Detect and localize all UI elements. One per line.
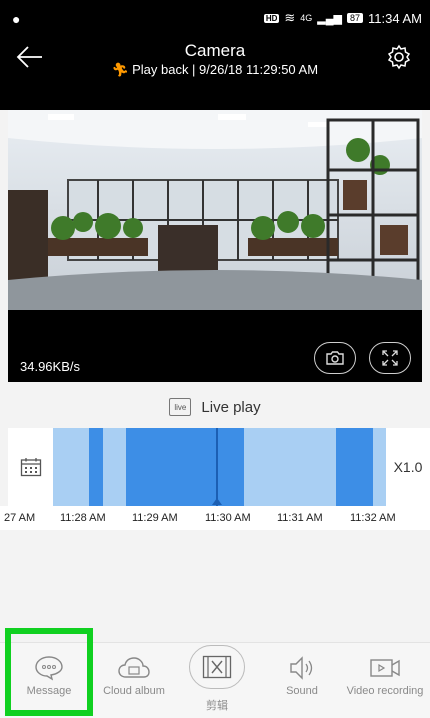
edit-tab[interactable]: 剪辑 bbox=[185, 645, 249, 718]
status-bar: ● HD ≋ 4G ▂▄▆ 87 11:34 AM bbox=[0, 0, 430, 36]
tick-label: 11:30 AM bbox=[205, 512, 251, 524]
tab-label: Sound bbox=[286, 685, 318, 697]
recorded-segment bbox=[126, 428, 244, 506]
tv-icon-label: live bbox=[174, 402, 187, 412]
settings-button[interactable] bbox=[386, 44, 412, 70]
video-recording-tab[interactable]: Video recording bbox=[342, 655, 428, 715]
film-edit-icon bbox=[202, 655, 232, 679]
timeline-track[interactable] bbox=[53, 428, 386, 506]
live-play-label: Live play bbox=[201, 398, 261, 416]
video-controls: 34.96KB/s bbox=[8, 310, 422, 382]
fullscreen-button[interactable] bbox=[369, 342, 411, 374]
status-time: 11:34 AM bbox=[368, 10, 422, 26]
tick-label: 27 AM bbox=[4, 512, 36, 524]
signal-icon: ▂▄▆ bbox=[317, 12, 343, 25]
timeline[interactable]: X1.0 bbox=[8, 428, 430, 506]
video-record-icon bbox=[370, 659, 400, 677]
running-person-icon: 🏃︎ bbox=[111, 62, 129, 77]
tab-label: Video recording bbox=[346, 685, 424, 697]
speaker-icon bbox=[290, 656, 313, 680]
tv-icon: live bbox=[169, 398, 192, 416]
cloud-icon bbox=[118, 657, 150, 678]
playback-speed-button[interactable]: X1.0 bbox=[386, 428, 430, 506]
tick-label: 11:31 AM bbox=[277, 512, 323, 524]
tick-label: 11:28 AM bbox=[60, 512, 106, 524]
notification-icon: ● bbox=[12, 11, 21, 27]
timeline-ticks: 27 AM 11:28 AM 11:29 AM 11:30 AM 11:31 A… bbox=[0, 506, 430, 530]
tick-label: 11:32 AM bbox=[350, 512, 396, 524]
playback-time: Play back | 9/26/18 11:29:50 AM bbox=[132, 62, 319, 77]
camera-icon bbox=[326, 351, 344, 365]
wifi-icon: ≋ bbox=[284, 10, 296, 25]
tab-label: 剪辑 bbox=[206, 700, 228, 712]
expand-icon bbox=[382, 350, 398, 366]
calendar-icon bbox=[20, 458, 41, 477]
screenshot-button[interactable] bbox=[314, 342, 356, 374]
hd-icon: HD bbox=[263, 13, 280, 23]
live-play-button[interactable]: live Live play bbox=[0, 390, 430, 424]
video-player[interactable] bbox=[8, 110, 422, 310]
edit-circle bbox=[189, 645, 245, 689]
header: Camera 🏃︎ Play back | 9/26/18 11:29:50 A… bbox=[0, 36, 430, 110]
recorded-segment bbox=[336, 428, 373, 506]
calendar-button[interactable] bbox=[8, 428, 53, 506]
network-label: 4G bbox=[300, 13, 313, 23]
highlight-box bbox=[5, 628, 93, 716]
sound-tab[interactable]: Sound bbox=[272, 655, 332, 715]
gear-icon bbox=[387, 44, 411, 70]
playback-subtitle: 🏃︎ Play back | 9/26/18 11:29:50 AM bbox=[0, 62, 430, 78]
battery-icon: 87 bbox=[347, 13, 364, 23]
playhead[interactable] bbox=[216, 428, 218, 506]
video-frame bbox=[8, 110, 422, 310]
recorded-segment bbox=[89, 428, 103, 506]
page-title: Camera bbox=[184, 41, 246, 60]
bitrate-label: 34.96KB/s bbox=[20, 359, 80, 374]
cloud-album-tab[interactable]: Cloud album bbox=[98, 655, 170, 715]
tab-label: Cloud album bbox=[103, 685, 165, 697]
tick-label: 11:29 AM bbox=[132, 512, 178, 524]
status-icons: HD ≋ 4G ▂▄▆ 87 11:34 AM bbox=[263, 10, 422, 26]
playhead-marker bbox=[212, 498, 222, 505]
